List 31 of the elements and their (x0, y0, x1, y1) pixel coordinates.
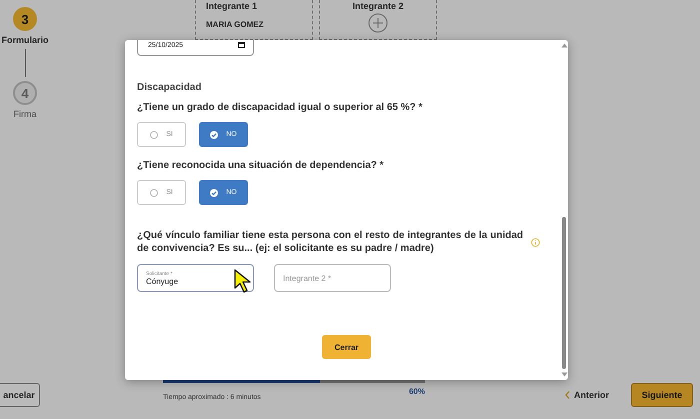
radio-icon (150, 188, 158, 196)
select-field[interactable]: Integrante 2 * (274, 264, 391, 292)
scroll-up-icon[interactable] (560, 43, 568, 48)
step-number: 3 (12, 7, 37, 31)
field-placeholder: Integrante 2 * (283, 274, 332, 282)
next-button[interactable]: Siguiente (631, 383, 694, 407)
check-icon (210, 130, 218, 138)
calendar-icon (238, 42, 245, 48)
question-text: ¿Tiene un grado de discapacidad igual o superior al 65 %? * (137, 102, 424, 113)
step-label: Firma (14, 109, 36, 119)
step-label: Formulario (1, 35, 48, 45)
check-icon (210, 188, 218, 196)
member-title: Integrante 1 (206, 1, 258, 11)
cancel-button[interactable]: ancelar (0, 383, 40, 407)
radio-icon (150, 130, 158, 138)
member-title: Integrante 2 (352, 1, 404, 11)
question-text: ¿Tiene reconocida una situación de dependencia? * (137, 160, 385, 171)
scroll-down-icon[interactable] (560, 372, 568, 377)
step-number: 4 (13, 81, 37, 105)
member-name: MARIA GOMEZ (206, 20, 264, 29)
chevron-left-icon (565, 391, 570, 399)
progress-reading: 60% (408, 387, 425, 396)
cursor-icon (233, 268, 253, 294)
scrollbar-thumb[interactable] (562, 217, 566, 369)
field-value: Cónyuge (146, 276, 180, 286)
info-icon[interactable] (531, 238, 540, 246)
question-text: ¿Qué vínculo familiar tiene esta persona con el resto de integrantes de la unidad de convivencia? Es su... (ej: el solicitante es su padre / madre) (137, 229, 523, 255)
add-icon[interactable] (368, 13, 388, 33)
previous-button[interactable]: Anterior (565, 389, 610, 401)
section-title: Discapacidad (137, 82, 202, 93)
close-button[interactable]: Cerrar (322, 335, 371, 359)
